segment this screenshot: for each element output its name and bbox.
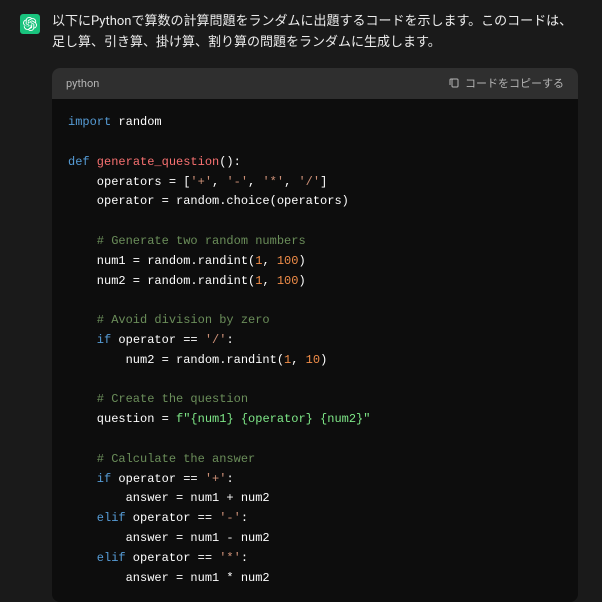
assistant-avatar — [20, 14, 40, 34]
intro-text: 以下にPythonで算数の計算問題をランダムに出題するコードを示します。このコー… — [52, 12, 582, 54]
kw: def — [68, 155, 90, 169]
tok: answer = num1 * num2 — [68, 571, 270, 585]
tok: , — [284, 175, 298, 189]
comment: # Avoid division by zero — [68, 313, 270, 327]
kw: import — [68, 115, 111, 129]
code-language-label: python — [66, 75, 99, 93]
copy-code-button[interactable]: コードをコピーする — [448, 75, 564, 93]
code-header: python コードをコピーする — [52, 68, 578, 100]
tok: operator == — [126, 511, 220, 525]
kw: elif — [68, 511, 126, 525]
str: '/' — [205, 333, 227, 347]
clipboard-icon — [448, 77, 460, 89]
copy-code-label: コードをコピーする — [465, 75, 564, 93]
tok: num1 = random.randint( — [68, 254, 255, 268]
tok: operator == — [111, 333, 205, 347]
tok: : — [241, 511, 248, 525]
tok: answer = num1 - num2 — [68, 531, 270, 545]
num: 100 — [277, 254, 299, 268]
tok: question = — [68, 412, 176, 426]
tok: operators = [ — [68, 175, 190, 189]
tok: operator == — [111, 472, 205, 486]
fn: generate_question — [90, 155, 220, 169]
tok: ] — [320, 175, 327, 189]
tok: : — [226, 333, 233, 347]
str: '*' — [262, 175, 284, 189]
tok: num2 = random.randint( — [68, 274, 255, 288]
tok: , — [291, 353, 305, 367]
tok: , — [262, 274, 276, 288]
comment: # Calculate the answer — [68, 452, 255, 466]
str: '+' — [190, 175, 212, 189]
kw: elif — [68, 551, 126, 565]
str: '*' — [219, 551, 241, 565]
fstring: f"{num1} {operator} {num2}" — [176, 412, 370, 426]
tok: ) — [298, 274, 305, 288]
code-body[interactable]: import random def generate_question(): o… — [52, 99, 578, 602]
tok: : — [241, 551, 248, 565]
tok: num2 = random.randint( — [68, 353, 284, 367]
num: 10 — [306, 353, 320, 367]
message-content: 以下にPythonで算数の計算問題をランダムに出題するコードを示します。このコー… — [52, 12, 582, 602]
openai-logo-icon — [23, 17, 37, 31]
tok: , — [248, 175, 262, 189]
assistant-message: 以下にPythonで算数の計算問題をランダムに出題するコードを示します。このコー… — [0, 0, 602, 602]
kw: if — [68, 472, 111, 486]
code-block: python コードをコピーする import random def gener… — [52, 68, 578, 602]
comment: # Create the question — [68, 392, 248, 406]
str: '+' — [205, 472, 227, 486]
tok: answer = num1 + num2 — [68, 491, 270, 505]
tok: random — [111, 115, 161, 129]
tok: ) — [298, 254, 305, 268]
tok: ) — [320, 353, 327, 367]
tok: : — [226, 472, 233, 486]
kw: if — [68, 333, 111, 347]
tok: (): — [219, 155, 241, 169]
num: 100 — [277, 274, 299, 288]
str: '-' — [219, 511, 241, 525]
tok: , — [262, 254, 276, 268]
tok: , — [212, 175, 226, 189]
tok: operator == — [126, 551, 220, 565]
comment: # Generate two random numbers — [68, 234, 306, 248]
tok: operator = random.choice(operators) — [68, 194, 349, 208]
str: '/' — [298, 175, 320, 189]
str: '-' — [226, 175, 248, 189]
